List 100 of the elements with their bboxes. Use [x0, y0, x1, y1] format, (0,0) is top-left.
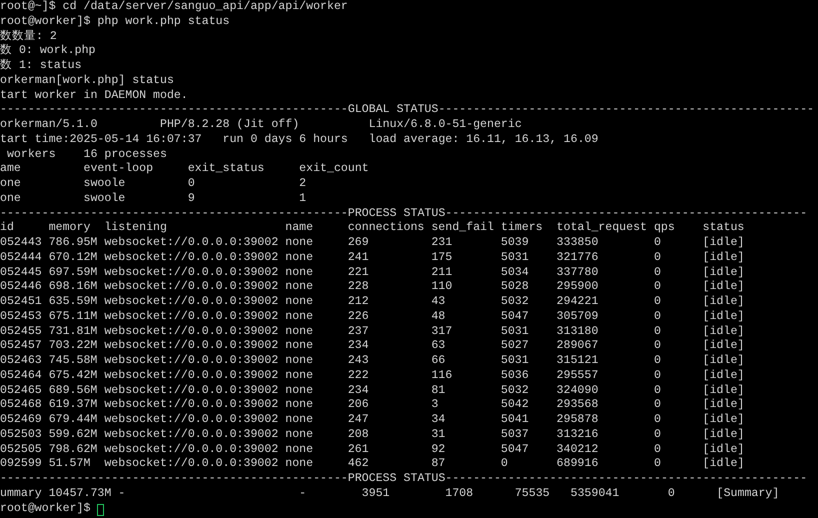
- table-cell-text: 0: [654, 295, 662, 310]
- table-cell-text: none: [285, 398, 314, 413]
- table-cell-text: 0: [654, 280, 662, 295]
- table-cell-text: 208: [348, 428, 370, 442]
- table-cell-text: 052469: [0, 413, 43, 428]
- table-cell-text: none: [285, 250, 314, 266]
- column-header: name: [285, 221, 314, 236]
- table-cell-text: 5039: [500, 236, 530, 251]
- table-cell-text: 87: [431, 457, 446, 472]
- table-cell-text: [idle]: [702, 280, 746, 295]
- table-cell-text: 92: [431, 442, 446, 458]
- table-cell-text: one: [0, 192, 22, 206]
- table-cell-text: 675.42M: [48, 368, 98, 384]
- table-cell-text: [idle]: [702, 428, 746, 442]
- output-line: orkerman/5.1.0 PHP/8.2.28 (Jit off) Linux/6.8.0-51-generic: [0, 118, 522, 133]
- table-cell-text: [idle]: [702, 236, 746, 251]
- table-cell-text: 81: [431, 384, 446, 398]
- table-cell-text: websocket://0.0.0.0:39002: [104, 457, 280, 472]
- table-cell-text: none: [285, 354, 314, 369]
- table-cell-text: 5031: [500, 354, 530, 369]
- table-cell-text: 0: [188, 177, 196, 192]
- table-cell-text: websocket://0.0.0.0:39002: [104, 413, 280, 428]
- table-cell-text: 052468: [0, 398, 43, 413]
- column-header: qps: [654, 221, 676, 236]
- table-cell-text: websocket://0.0.0.0:39002: [104, 384, 280, 398]
- table-cell-text: 63: [431, 339, 446, 354]
- table-cell-text: websocket://0.0.0.0:39002: [104, 266, 280, 280]
- table-cell-text: 786.95M: [48, 236, 98, 251]
- table-cell-text: [idle]: [702, 457, 746, 472]
- table-cell-text: none: [285, 368, 314, 384]
- output-line: workers 16 processes: [6, 148, 167, 162]
- table-cell-text: 731.81M: [48, 324, 98, 340]
- table-cell-text: 51.57M: [48, 457, 92, 472]
- table-cell-text: 679.44M: [48, 413, 98, 428]
- table-cell-text: 5036: [500, 368, 530, 384]
- output-line: tart time:2025-05-14 16:07:37 run 0 days 6 hours load average: 16.11, 16.13, 16.09: [0, 132, 598, 148]
- table-cell-text: 295557: [556, 368, 600, 384]
- table-cell-text: 5047: [500, 442, 530, 458]
- table-cell-text: websocket://0.0.0.0:39002: [104, 368, 280, 384]
- table-cell-text: none: [285, 295, 314, 310]
- output-line: 数数量: 2: [0, 30, 57, 44]
- output-line: ummary 10457.73M - - 3951 1708 75535 5359041 0 [Summary]: [0, 486, 780, 502]
- column-header: listening: [104, 221, 168, 236]
- table-cell-text: 052451: [0, 295, 43, 310]
- output-line: 数 0: work.php: [0, 44, 96, 58]
- table-cell-text: websocket://0.0.0.0:39002: [104, 280, 280, 295]
- table-cell-text: 237: [348, 324, 370, 340]
- table-cell-text: 313216: [556, 428, 600, 442]
- table-cell-text: 9: [188, 192, 196, 206]
- table-cell-text: websocket://0.0.0.0:39002: [104, 324, 280, 340]
- table-cell-text: 052445: [0, 266, 43, 280]
- table-cell-text: 175: [431, 250, 454, 266]
- table-cell-text: 295900: [556, 280, 600, 295]
- table-cell-text: [idle]: [702, 339, 746, 354]
- table-cell-text: 313180: [556, 324, 600, 340]
- table-cell-text: 315121: [556, 354, 600, 369]
- table-cell-text: 635.59M: [48, 295, 98, 310]
- table-cell-text: 052505: [0, 442, 43, 458]
- table-cell-text: 0: [654, 398, 662, 413]
- table-cell-text: 333850: [556, 236, 600, 251]
- table-cell-text: websocket://0.0.0.0:39002: [104, 442, 280, 458]
- table-cell-text: 5034: [500, 266, 530, 280]
- table-cell-text: 0: [500, 457, 509, 472]
- table-cell-text: 226: [348, 310, 370, 324]
- column-header: send_fail: [431, 221, 495, 236]
- table-cell-text: swoole: [83, 177, 126, 192]
- table-cell-text: none: [285, 428, 314, 442]
- shell-command: php work.php status: [97, 14, 230, 30]
- table-cell-text: 0: [654, 250, 662, 266]
- table-cell-text: 317: [431, 324, 454, 340]
- table-cell-text: swoole: [83, 192, 126, 206]
- table-cell-text: [idle]: [702, 413, 746, 428]
- table-cell-text: 698.16M: [48, 280, 98, 295]
- table-cell-text: 48: [431, 310, 446, 324]
- table-cell-text: 0: [654, 354, 662, 369]
- table-cell-text: 052446: [0, 280, 43, 295]
- table-cell-text: 110: [431, 280, 454, 295]
- table-cell-text: 052464: [0, 368, 43, 384]
- table-cell-text: none: [285, 339, 314, 354]
- table-cell-text: 234: [348, 339, 370, 354]
- table-cell-text: 052455: [0, 324, 43, 340]
- table-cell-text: 689.56M: [48, 384, 98, 398]
- table-cell-text: 31: [431, 428, 446, 442]
- table-cell-text: 337780: [556, 266, 600, 280]
- table-cell-text: 0: [654, 310, 662, 324]
- table-cell-text: 340212: [556, 442, 600, 458]
- shell-prompt: root@worker]$: [0, 14, 90, 30]
- column-header: status: [702, 221, 746, 236]
- table-cell-text: 116: [431, 368, 454, 384]
- table-cell-text: 5047: [500, 310, 530, 324]
- table-cell-text: [idle]: [702, 442, 746, 458]
- section-separator: --------------------------------------------------GLOBAL STATUS------------------------------------------------------: [0, 103, 814, 118]
- table-cell-text: websocket://0.0.0.0:39002: [104, 295, 280, 310]
- column-header: id: [0, 221, 15, 236]
- table-cell-text: 5031: [500, 324, 530, 340]
- column-header: ame: [0, 162, 22, 177]
- shell-prompt: root@~]$: [0, 0, 56, 15]
- table-cell-text: [idle]: [702, 354, 746, 369]
- table-cell-text: 689916: [556, 457, 600, 472]
- table-cell-text: websocket://0.0.0.0:39002: [104, 339, 280, 354]
